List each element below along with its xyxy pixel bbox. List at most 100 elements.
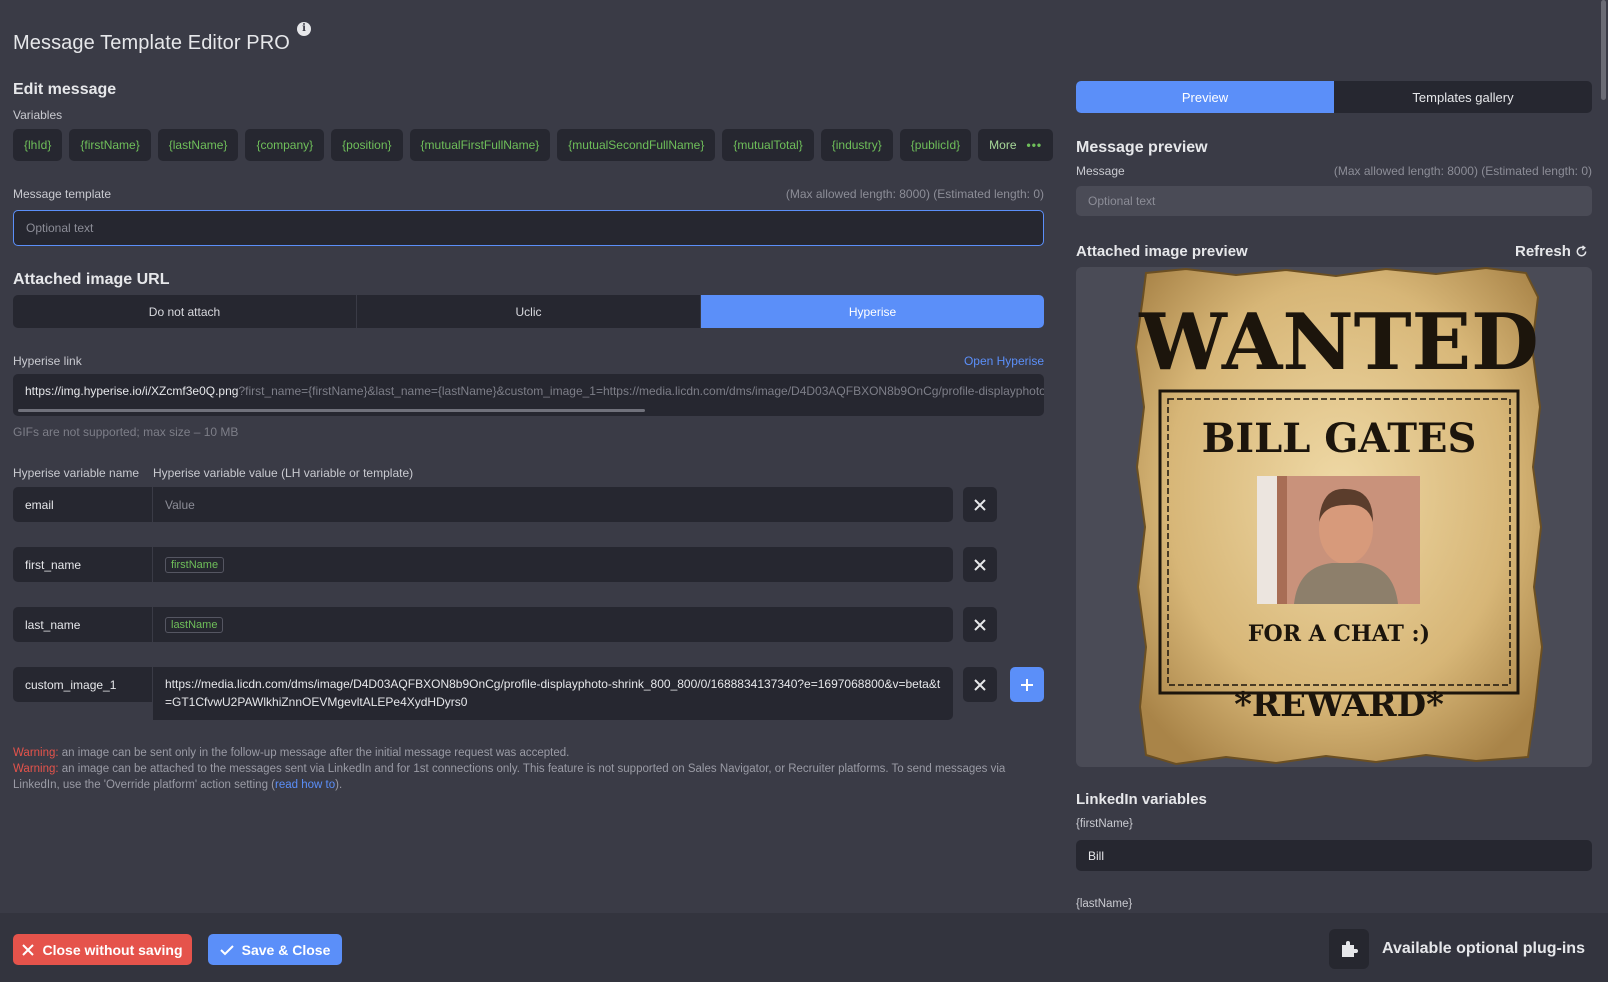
hyperise-url-field[interactable]: https://img.hyperise.io/i/XZcmf3e0Q.png?… — [13, 374, 1044, 416]
more-label: More — [989, 138, 1017, 152]
edit-message-title: Edit message — [13, 81, 117, 98]
var-value-field[interactable]: Value — [153, 487, 953, 522]
remove-row-button[interactable] — [963, 607, 997, 642]
read-how-to-link[interactable]: read how to — [275, 779, 335, 791]
remove-row-button[interactable] — [963, 487, 997, 522]
variable-chip[interactable]: {position} — [331, 129, 403, 161]
poster-reward-text: *REWARD* — [1234, 685, 1444, 725]
variable-chip[interactable]: {industry} — [820, 129, 893, 161]
attached-image-preview: WANTED BILL GATES FOR A CHAT :) *REWARD* — [1076, 267, 1592, 767]
check-icon — [219, 944, 234, 955]
first-name-value: Bill — [1088, 848, 1105, 863]
variable-chip[interactable]: {company} — [245, 129, 325, 161]
linkedin-var-label: {lastName} — [1076, 898, 1133, 910]
variable-chip[interactable]: {lhId} — [13, 129, 63, 161]
linkedin-var-label: {firstName} — [1076, 818, 1133, 830]
var-value-field[interactable]: https://media.licdn.com/dms/image/D4D03A… — [153, 667, 953, 720]
poster-wanted-text: WANTED — [1138, 297, 1539, 388]
option-hyperise[interactable]: Hyperise — [701, 295, 1044, 328]
warning-message: Warning: an image can be attached to the… — [13, 761, 1033, 793]
message-preview-title: Message preview — [1076, 139, 1208, 156]
warning-prefix: Warning: — [13, 747, 59, 759]
warning-text: an image can be attached to the messages… — [13, 763, 1006, 791]
tab-templates-gallery[interactable]: Templates gallery — [1334, 81, 1592, 113]
url-query: ?first_name={firstName}&last_name={lastN… — [238, 384, 1044, 398]
close-label: Close without saving — [42, 941, 183, 958]
save-label: Save & Close — [241, 941, 331, 958]
more-dots-icon: ••• — [1026, 138, 1043, 152]
attach-mode-selector: Do not attach Uclic Hyperise — [13, 295, 1044, 328]
var-value-header: Hyperise variable value (LH variable or … — [153, 466, 414, 480]
more-variables-button[interactable]: More ••• — [978, 129, 1054, 161]
image-preview-title: Attached image preview — [1076, 243, 1248, 260]
remove-row-button[interactable] — [963, 667, 997, 702]
var-name-field[interactable]: last_name — [13, 607, 152, 642]
attached-image-title: Attached image URL — [13, 271, 170, 288]
variable-chip[interactable]: {mutualTotal} — [722, 129, 814, 161]
message-preview-field: Optional text — [1076, 186, 1592, 216]
refresh-icon — [1576, 245, 1587, 257]
refresh-button[interactable]: Refresh — [1515, 243, 1588, 260]
remove-row-button[interactable] — [963, 547, 997, 582]
warning-text: an image can be sent only in the follow-… — [58, 747, 570, 759]
warning-message: Warning: an image can be sent only in th… — [13, 745, 1033, 761]
variable-chip[interactable]: {lastName} — [157, 129, 239, 161]
var-value-placeholder: Value — [165, 497, 195, 512]
close-icon — [974, 678, 986, 691]
wanted-poster-image: WANTED BILL GATES FOR A CHAT :) *REWARD* — [1134, 267, 1544, 766]
message-meta: (Max allowed length: 8000) (Estimated le… — [1333, 164, 1592, 178]
close-icon — [22, 943, 35, 956]
variable-chip[interactable]: {mutualFirstFullName} — [409, 129, 551, 161]
variable-chip[interactable]: {publicId} — [899, 129, 972, 161]
var-value-field[interactable]: firstName — [153, 547, 953, 582]
message-template-input[interactable]: Optional text — [13, 210, 1044, 246]
puzzle-icon — [1342, 941, 1358, 957]
variable-chip[interactable]: {firstName} — [69, 129, 151, 161]
plus-icon — [1021, 678, 1033, 691]
hyperise-variable-row: first_name firstName — [13, 547, 1044, 582]
warning-prefix: Warning: — [13, 763, 59, 775]
vertical-scrollbar[interactable] — [1601, 0, 1606, 100]
horizontal-scrollbar[interactable] — [18, 409, 645, 412]
template-placeholder: Optional text — [26, 221, 94, 235]
variables-label: Variables — [13, 108, 63, 122]
var-name-field[interactable]: email — [13, 487, 152, 522]
hyperise-link-label: Hyperise link — [13, 354, 82, 368]
tab-preview[interactable]: Preview — [1076, 81, 1334, 113]
plugin-icon-button[interactable] — [1329, 929, 1369, 969]
variable-chip[interactable]: {mutualSecondFullName} — [557, 129, 716, 161]
option-uclic[interactable]: Uclic — [357, 295, 701, 328]
save-close-button[interactable]: Save & Close — [208, 934, 342, 965]
variable-tag: lastName — [165, 616, 224, 633]
close-icon — [974, 618, 986, 631]
right-panel-tabs: Preview Templates gallery — [1076, 81, 1592, 113]
close-without-saving-button[interactable]: Close without saving — [13, 934, 192, 965]
poster-name-text: BILL GATES — [1202, 415, 1477, 462]
var-name-field[interactable]: custom_image_1 — [13, 667, 152, 702]
add-row-button[interactable] — [1010, 667, 1044, 702]
hyperise-variable-row: custom_image_1 https://media.licdn.com/d… — [13, 667, 1044, 720]
refresh-label: Refresh — [1515, 243, 1571, 260]
hyperise-variable-row: last_name lastName — [13, 607, 1044, 642]
linkedin-variables-title: LinkedIn variables — [1076, 791, 1207, 808]
message-placeholder: Optional text — [1088, 194, 1156, 208]
option-do-not-attach[interactable]: Do not attach — [13, 295, 357, 328]
close-icon — [974, 498, 986, 511]
template-label: Message template — [13, 187, 112, 201]
gif-hint: GIFs are not supported; max size – 10 MB — [13, 425, 239, 439]
message-label: Message — [1076, 164, 1125, 178]
available-plugins-link[interactable]: Available optional plug-ins — [1382, 940, 1585, 958]
app-title: Message Template Editor PRO — [13, 32, 290, 54]
variable-chips: {lhId} {firstName} {lastName} {company} … — [13, 129, 1054, 161]
open-hyperise-link[interactable]: Open Hyperise — [964, 354, 1044, 368]
poster-for-text: FOR A CHAT :) — [1248, 621, 1430, 647]
hyperise-variable-row: email Value — [13, 487, 1044, 522]
var-name-field[interactable]: first_name — [13, 547, 152, 582]
warning-suffix: ). — [335, 779, 343, 791]
first-name-input[interactable]: Bill — [1076, 840, 1592, 871]
url-main: https://img.hyperise.io/i/XZcmf3e0Q.png — [25, 384, 239, 398]
var-name-header: Hyperise variable name — [13, 466, 140, 480]
info-icon[interactable]: i — [297, 22, 311, 36]
variable-tag: firstName — [165, 556, 225, 573]
var-value-field[interactable]: lastName — [153, 607, 953, 642]
